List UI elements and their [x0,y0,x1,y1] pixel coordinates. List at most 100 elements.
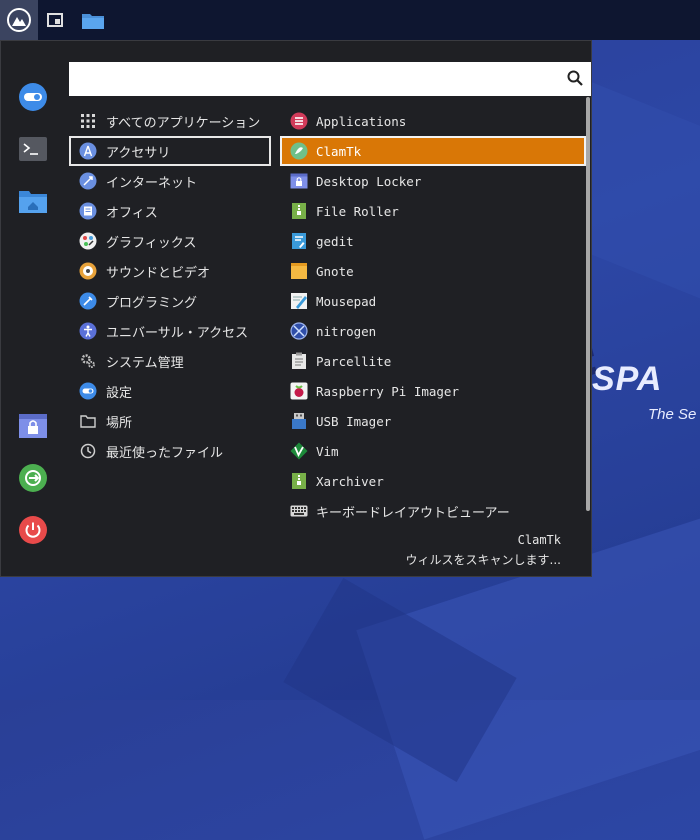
nitrogen-icon [290,322,308,340]
category-recent[interactable]: 最近使ったファイル [69,436,271,466]
app-item-gnote[interactable]: Gnote [280,256,586,286]
gedit-icon [290,232,308,250]
app-label: Mousepad [316,293,377,309]
system-gear-icon [79,352,97,370]
category-label: インターネット [106,175,198,191]
app-item-file-roller[interactable]: File Roller [280,196,586,226]
app-label: Xarchiver [316,473,384,489]
power-icon [19,516,47,544]
shutdown-button[interactable] [17,514,49,546]
category-accessories[interactable]: アクセサリ [69,136,271,166]
app-item-clamtk[interactable]: ClamTk [280,136,586,166]
description-text: ウィルスをスキャンします... [405,553,561,567]
app-item-parcellite[interactable]: Parcellite [280,346,586,376]
logout-button[interactable] [17,462,49,494]
category-all[interactable]: すべてのアプリケーション [69,106,271,136]
app-item-nitrogen[interactable]: nitrogen [280,316,586,346]
wallpaper-brand: SPA [592,360,663,398]
xarchiver-icon [290,472,308,490]
app-label: Gnote [316,263,354,279]
spark-logo-icon [7,8,31,32]
keyboard-icon [290,502,308,520]
clamtk-icon [290,142,308,160]
file-roller-icon [290,202,308,220]
search-input[interactable] [69,62,559,96]
category-label: 場所 [106,415,133,431]
usb-imager-icon [290,412,308,430]
settings-launcher[interactable] [17,81,49,113]
desktop-lock-icon [19,414,47,438]
category-multimedia[interactable]: サウンドとビデオ [69,256,271,286]
grid-icon [79,112,97,130]
category-label: オフィス [106,205,158,221]
category-internet[interactable]: インターネット [69,166,271,196]
app-item-mousepad[interactable]: Mousepad [280,286,586,316]
clock-icon [79,442,97,460]
app-label: gedit [316,233,354,249]
app-label: Parcellite [316,353,392,369]
app-item-desktop-locker[interactable]: Desktop Locker [280,166,586,196]
app-label: nitrogen [316,323,377,339]
app-list-scrollbar[interactable] [586,97,590,511]
app-label: USB Imager [316,413,392,429]
category-programming[interactable]: プログラミング [69,286,271,316]
description-title: ClamTk [517,533,561,547]
category-accessibility[interactable]: ユニバーサル・アクセス [69,316,271,346]
category-label: 最近使ったファイル [106,445,224,461]
gnote-icon [290,262,308,280]
app-item-vim[interactable]: Vim [280,436,586,466]
settings-toggle-icon [19,83,47,111]
lock-screen-button[interactable] [17,410,49,442]
file-manager-launcher[interactable] [78,0,108,40]
category-label: グラフィックス [106,235,197,251]
category-label: すべてのアプリケーション [106,115,261,131]
app-item-xarchiver[interactable]: Xarchiver [280,466,586,496]
mousepad-icon [290,292,308,310]
app-label: File Roller [316,203,399,219]
window-icon [47,13,63,27]
app-item-gedit[interactable]: gedit [280,226,586,256]
category-places[interactable]: 場所 [69,406,271,436]
category-graphics[interactable]: グラフィックス [69,226,271,256]
app-item-raspberry-pi-imager[interactable]: Raspberry Pi Imager [280,376,586,406]
app-item-keyboard-layout-viewer[interactable]: キーボードレイアウトビューアー [280,496,586,526]
home-folder-launcher[interactable] [17,185,49,217]
start-menu-button[interactable] [0,0,38,40]
category-list: すべてのアプリケーション アクセサリ インターネット オフィス グラフィックス … [69,106,271,466]
app-item-usb-imager[interactable]: USB Imager [280,406,586,436]
home-folder-icon [19,191,47,213]
office-icon [79,202,97,220]
category-settings[interactable]: 設定 [69,376,271,406]
programming-icon [79,292,97,310]
app-label: Vim [316,443,339,459]
logout-icon [19,464,47,492]
taskbar [0,0,700,40]
terminal-launcher[interactable] [17,133,49,165]
show-desktop-button[interactable] [40,0,70,40]
applications-icon [290,112,308,130]
app-item-applications[interactable]: Applications [280,106,586,136]
accessibility-icon [79,322,97,340]
multimedia-icon [79,262,97,280]
application-menu: すべてのアプリケーション アクセサリ インターネット オフィス グラフィックス … [0,40,592,577]
category-system[interactable]: システム管理 [69,346,271,376]
app-description: ClamTk ウィルスをスキャンします... [406,530,561,570]
raspberry-pi-icon [290,382,308,400]
internet-icon [79,172,97,190]
app-label: ClamTk [316,143,362,159]
category-label: ユニバーサル・アクセス [106,325,249,341]
graphics-icon [79,232,97,250]
favorites-sidebar [1,41,65,576]
category-label: アクセサリ [106,145,171,161]
folder-icon [79,412,97,430]
vim-icon [290,442,308,460]
search-icon[interactable] [567,70,583,86]
search-box[interactable] [69,62,591,96]
application-list: Applications ClamTk Desktop Locker File … [280,106,586,526]
app-label: Applications [316,113,407,129]
desktop-locker-icon [290,172,308,190]
category-label: サウンドとビデオ [106,265,211,281]
accessories-icon [79,142,97,160]
category-office[interactable]: オフィス [69,196,271,226]
category-label: プログラミング [106,295,198,311]
